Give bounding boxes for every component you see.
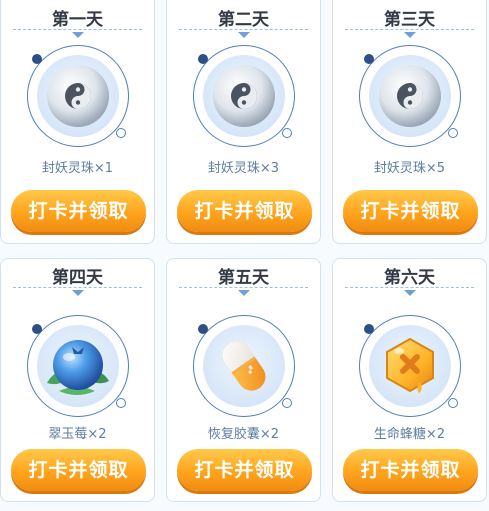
reward-label: 封妖灵珠×3 — [207, 161, 280, 176]
item-disc — [37, 55, 119, 137]
item-ring — [359, 315, 461, 417]
honey-candy-icon — [386, 337, 434, 393]
day-card-4: 第四天 翠玉莓×2 打卡并领取 — [0, 258, 155, 502]
reward-label: 封妖灵珠×5 — [373, 161, 446, 176]
day-card-2: 第二天 封妖灵珠×3 打卡并领取 — [166, 0, 321, 244]
divider — [345, 287, 474, 288]
item-ring — [27, 45, 129, 147]
item-disc — [37, 325, 119, 407]
day-title: 第二天 — [218, 10, 269, 30]
divider — [345, 29, 474, 30]
day-card-6: 第六天 生命蜂糖×2 打卡并领取 — [332, 258, 487, 502]
item-disc — [369, 55, 451, 137]
item-ring — [27, 315, 129, 417]
check-in-claim-button[interactable]: 打卡并领取 — [177, 449, 312, 491]
day-title: 第五天 — [218, 268, 269, 288]
check-in-claim-button[interactable]: 打卡并领取 — [11, 449, 146, 491]
ring-dot — [32, 324, 42, 334]
item-ring — [193, 45, 295, 147]
divider — [179, 287, 308, 288]
day-card-1: 第一天 封妖灵珠×1 打卡并领取 — [0, 0, 155, 244]
check-in-claim-button[interactable]: 打卡并领取 — [11, 190, 146, 232]
check-in-claim-button[interactable]: 打卡并领取 — [177, 190, 312, 232]
pointer-triangle-icon — [404, 290, 416, 296]
pointer-triangle-icon — [238, 32, 250, 38]
item-disc — [203, 55, 285, 137]
day-title: 第三天 — [384, 10, 435, 30]
ring-dot — [282, 128, 292, 138]
ring-dot — [198, 54, 208, 64]
ring-dot — [32, 54, 42, 64]
day-title: 第一天 — [52, 10, 103, 30]
day-card-3: 第三天 封妖灵珠×5 打卡并领取 — [332, 0, 487, 244]
reward-label: 生命蜂糖×2 — [373, 427, 446, 442]
pointer-triangle-icon — [404, 32, 416, 38]
ring-dot — [116, 128, 126, 138]
ring-dot — [116, 398, 126, 408]
ring-dot — [198, 324, 208, 334]
ring-dot — [364, 324, 374, 334]
ring-dot — [448, 398, 458, 408]
ring-dot — [282, 398, 292, 408]
check-in-claim-button[interactable]: 打卡并领取 — [343, 190, 478, 232]
pointer-triangle-icon — [238, 290, 250, 296]
pointer-triangle-icon — [72, 290, 84, 296]
item-disc — [203, 325, 285, 407]
day-title: 第四天 — [52, 268, 103, 288]
reward-label: 恢复胶囊×2 — [207, 427, 280, 442]
pointer-triangle-icon — [72, 32, 84, 38]
divider — [179, 29, 308, 30]
day-title: 第六天 — [384, 268, 435, 288]
reward-label: 翠玉莓×2 — [48, 427, 107, 442]
ring-dot — [448, 128, 458, 138]
yin-yang-pearl-icon — [379, 65, 441, 127]
item-disc — [369, 325, 451, 407]
reward-label: 封妖灵珠×1 — [41, 161, 114, 176]
ring-dot — [364, 54, 374, 64]
item-ring — [359, 45, 461, 147]
blueberry-icon — [47, 340, 109, 395]
divider — [13, 29, 142, 30]
yin-yang-pearl-icon — [213, 65, 275, 127]
check-in-claim-button[interactable]: 打卡并领取 — [343, 449, 478, 491]
yin-yang-pearl-icon — [47, 65, 109, 127]
divider — [13, 287, 142, 288]
recovery-capsule-icon — [222, 341, 266, 391]
day-card-5: 第五天 恢复胶囊×2 打卡并领取 — [166, 258, 321, 502]
item-ring — [193, 315, 295, 417]
